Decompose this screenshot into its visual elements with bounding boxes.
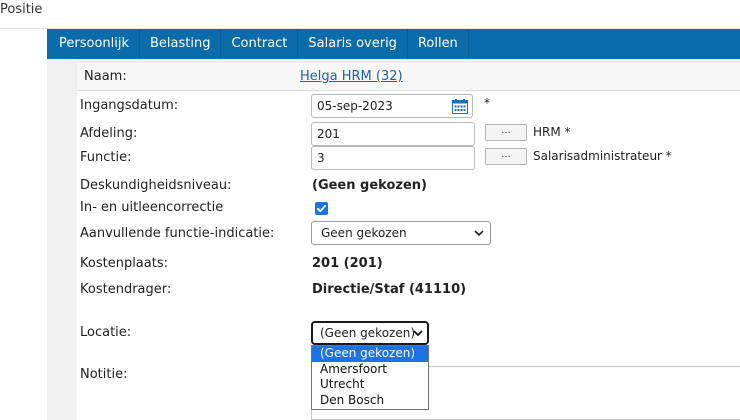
function-name: Salarisadministrateur * — [533, 149, 672, 163]
tab-persoonlijk[interactable]: Persoonlijk — [47, 29, 141, 59]
extra-function-value: Geen gekozen — [321, 226, 407, 240]
left-margin — [0, 29, 47, 420]
department-name: HRM * — [533, 125, 571, 139]
start-date-label: Ingangsdatum: — [80, 98, 179, 113]
location-label: Locatie: — [80, 325, 132, 340]
department-label: Afdeling: — [80, 126, 138, 141]
calendar-icon[interactable] — [452, 99, 468, 114]
cost-center-label: Kostenplaats: — [80, 256, 168, 271]
function-label: Functie: — [80, 150, 132, 165]
location-option-none[interactable]: (Geen gekozen) — [312, 346, 428, 362]
extra-function-select[interactable]: Geen gekozen — [311, 221, 491, 245]
employee-name-link[interactable]: Helga HRM (32) — [300, 69, 403, 84]
location-option-den-bosch[interactable]: Den Bosch — [312, 393, 428, 409]
cost-bearer-label: Kostendrager: — [80, 282, 172, 297]
correction-checkbox[interactable] — [315, 202, 328, 215]
function-lookup-button[interactable]: ... — [485, 148, 527, 165]
notes-label: Notitie: — [80, 367, 128, 382]
function-input[interactable] — [311, 146, 475, 170]
name-row — [77, 63, 740, 91]
checkmark-icon — [316, 204, 327, 213]
tab-contract[interactable]: Contract — [221, 29, 299, 59]
chevron-down-icon — [474, 230, 484, 237]
page-title: Positie — [0, 2, 43, 17]
expertise-value: (Geen gekozen) — [312, 178, 427, 193]
department-input[interactable] — [311, 122, 475, 146]
location-option-utrecht[interactable]: Utrecht — [312, 377, 428, 393]
location-dropdown: (Geen gekozen) Amersfoort Utrecht Den Bo… — [311, 345, 429, 410]
cost-bearer-value: Directie/Staf (41110) — [312, 282, 467, 297]
department-lookup-button[interactable]: ... — [485, 124, 527, 141]
expertise-label: Deskundigheidsniveau: — [80, 178, 232, 193]
location-select[interactable]: (Geen gekozen) — [311, 321, 429, 345]
tab-belasting[interactable]: Belasting — [140, 29, 222, 59]
tab-bar: Persoonlijk Belasting Contract Salaris o… — [47, 29, 740, 59]
location-option-amersfoort[interactable]: Amersfoort — [312, 362, 428, 378]
location-value: (Geen gekozen) — [320, 326, 415, 340]
start-date-required: * — [484, 96, 490, 110]
tab-rollen[interactable]: Rollen — [408, 29, 469, 59]
correction-label: In- en uitleencorrectie — [80, 200, 224, 215]
name-label: Naam: — [84, 69, 127, 84]
cost-center-value: 201 (201) — [312, 256, 383, 271]
start-date-input[interactable] — [311, 94, 473, 118]
tab-salaris-overig[interactable]: Salaris overig — [298, 29, 408, 59]
chevron-down-icon — [413, 330, 423, 337]
extra-function-label: Aanvullende functie-indicatie: — [80, 226, 275, 241]
